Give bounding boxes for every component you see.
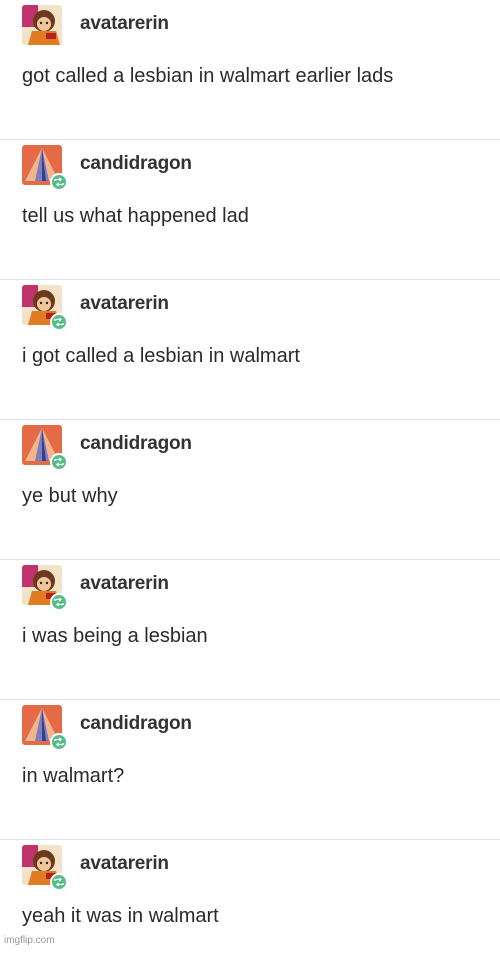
- reblog-thread: avatarerin got called a lesbian in walma…: [0, 0, 500, 980]
- post-text: got called a lesbian in walmart earlier …: [22, 65, 394, 87]
- post-text: i was being a lesbian: [22, 625, 208, 647]
- candidragon-avatar-icon[interactable]: [22, 145, 68, 191]
- reblog-icon: [50, 313, 68, 331]
- post-username[interactable]: avatarerin: [80, 573, 169, 595]
- post-username[interactable]: candidragon: [80, 433, 192, 455]
- post-text: ye but why: [22, 485, 118, 507]
- post-text: i got called a lesbian in walmart: [22, 345, 300, 367]
- candidragon-avatar-icon[interactable]: [22, 425, 68, 471]
- post: avatarerin i was being a lesbian: [0, 560, 500, 700]
- reblog-icon: [50, 173, 68, 191]
- post-username[interactable]: candidragon: [80, 153, 192, 175]
- avatarerin-avatar-icon[interactable]: [22, 565, 68, 611]
- watermark: imgflip.com: [4, 935, 55, 946]
- avatarerin-avatar-icon[interactable]: [22, 845, 68, 891]
- post-username[interactable]: avatarerin: [80, 13, 169, 35]
- post-text: tell us what happened lad: [22, 205, 249, 227]
- reblog-icon: [50, 873, 68, 891]
- candidragon-avatar-icon[interactable]: [22, 705, 68, 751]
- post: candidragon tell us what happened lad: [0, 140, 500, 280]
- reblog-icon: [50, 733, 68, 751]
- post: avatarerin got called a lesbian in walma…: [0, 0, 500, 140]
- post-username[interactable]: avatarerin: [80, 293, 169, 315]
- avatarerin-avatar-icon[interactable]: [22, 5, 62, 45]
- reblog-icon: [50, 453, 68, 471]
- post-username[interactable]: avatarerin: [80, 853, 169, 875]
- reblog-icon: [50, 593, 68, 611]
- post: candidragon in walmart?: [0, 700, 500, 840]
- post-username[interactable]: candidragon: [80, 713, 192, 735]
- post: avatarerin i got called a lesbian in wal…: [0, 280, 500, 420]
- post: avatarerin yeah it was in walmart: [0, 840, 500, 980]
- post-text: in walmart?: [22, 765, 125, 787]
- post-text: yeah it was in walmart: [22, 905, 219, 927]
- post: candidragon ye but why: [0, 420, 500, 560]
- avatarerin-avatar-icon[interactable]: [22, 285, 68, 331]
